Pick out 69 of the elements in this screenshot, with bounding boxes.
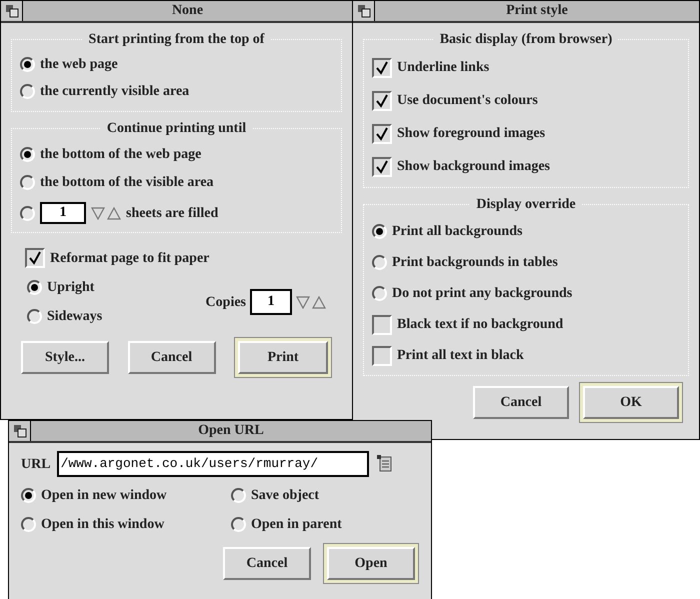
checkbox[interactable] xyxy=(372,346,392,366)
url-label: URL xyxy=(21,456,51,474)
group-title: Start printing from the top of xyxy=(88,32,264,47)
back-icon[interactable] xyxy=(353,1,375,21)
option-label: Reformat page to fit paper xyxy=(50,250,210,268)
radio-button[interactable] xyxy=(27,280,42,295)
option-label: the web page xyxy=(40,56,118,74)
back-icon[interactable] xyxy=(9,421,31,441)
radio-button[interactable] xyxy=(372,255,387,270)
dialog-button[interactable]: Cancel xyxy=(223,547,311,580)
radio-button[interactable] xyxy=(21,488,36,503)
window-title: Open URL xyxy=(197,422,265,440)
checkbox[interactable] xyxy=(372,314,392,334)
option-label: Do not print any backgrounds xyxy=(392,285,572,303)
checkbox[interactable] xyxy=(372,156,392,176)
title-bar[interactable]: None xyxy=(1,1,352,23)
back-icon[interactable] xyxy=(1,1,23,21)
option-label: Use document's colours xyxy=(397,92,538,110)
option-label: the bottom of the web page xyxy=(40,146,202,164)
radio-button[interactable] xyxy=(27,309,42,324)
radio-button[interactable] xyxy=(20,57,35,72)
option-label: Open in this window xyxy=(41,516,164,534)
checkbox[interactable] xyxy=(372,58,392,78)
checkbox[interactable] xyxy=(372,124,392,144)
print-button[interactable]: Print xyxy=(234,337,332,378)
group-title: Display override xyxy=(476,197,576,212)
option-label: Save object xyxy=(251,487,320,505)
group-title: Basic display (from browser) xyxy=(440,32,612,47)
option-label: Black text if no background xyxy=(397,316,564,334)
dialog-button[interactable]: Cancel xyxy=(128,341,216,374)
option-label: sheets are filled xyxy=(126,204,218,222)
dialog-button[interactable]: Style... xyxy=(21,341,109,374)
option-label: Print backgrounds in tables xyxy=(392,254,558,272)
radio-button[interactable] xyxy=(372,224,387,239)
option-label: Open in new window xyxy=(41,487,167,505)
open-button[interactable]: Open xyxy=(323,543,419,584)
window-title: Print style xyxy=(505,2,569,20)
title-bar[interactable]: Open URL xyxy=(9,421,431,443)
window-title: None xyxy=(170,2,204,20)
option-label: Print all backgrounds xyxy=(392,223,522,241)
option-label: Show foreground images xyxy=(397,125,546,143)
checkbox[interactable] xyxy=(25,248,45,268)
copies-field[interactable]: 1 xyxy=(250,289,292,315)
radio-button[interactable] xyxy=(20,84,35,99)
option-label: Show background images xyxy=(397,158,550,176)
title-bar[interactable]: Print style xyxy=(353,1,699,23)
option-label: Open in parent xyxy=(251,516,342,534)
sheets-field[interactable]: 1 xyxy=(40,202,86,224)
radio-button[interactable] xyxy=(231,517,246,532)
adjuster-arrows-icon[interactable] xyxy=(91,206,121,220)
radio-button[interactable] xyxy=(20,206,35,220)
option-label: the currently visible area xyxy=(40,83,190,101)
option-label: Upright xyxy=(47,279,94,297)
group-title: Continue printing until xyxy=(106,121,246,136)
radio-button[interactable] xyxy=(20,174,35,190)
url-field[interactable]: /www.argonet.co.uk/users/rmurray/ xyxy=(56,451,369,477)
adjuster-arrows-icon[interactable] xyxy=(296,295,326,309)
option-label: the bottom of the visible area xyxy=(40,174,214,192)
radio-button[interactable] xyxy=(372,286,387,301)
ok-button[interactable]: OK xyxy=(579,382,683,423)
radio-button[interactable] xyxy=(20,146,35,162)
checkbox[interactable] xyxy=(372,90,392,110)
copies-label: Copies xyxy=(206,294,246,312)
option-label: Underline links xyxy=(397,59,490,77)
option-label: Sideways xyxy=(47,308,102,326)
radio-button[interactable] xyxy=(231,488,246,503)
dialog-button[interactable]: Cancel xyxy=(473,386,569,419)
radio-button[interactable] xyxy=(21,517,36,532)
option-label: Print all text in black xyxy=(397,347,524,365)
